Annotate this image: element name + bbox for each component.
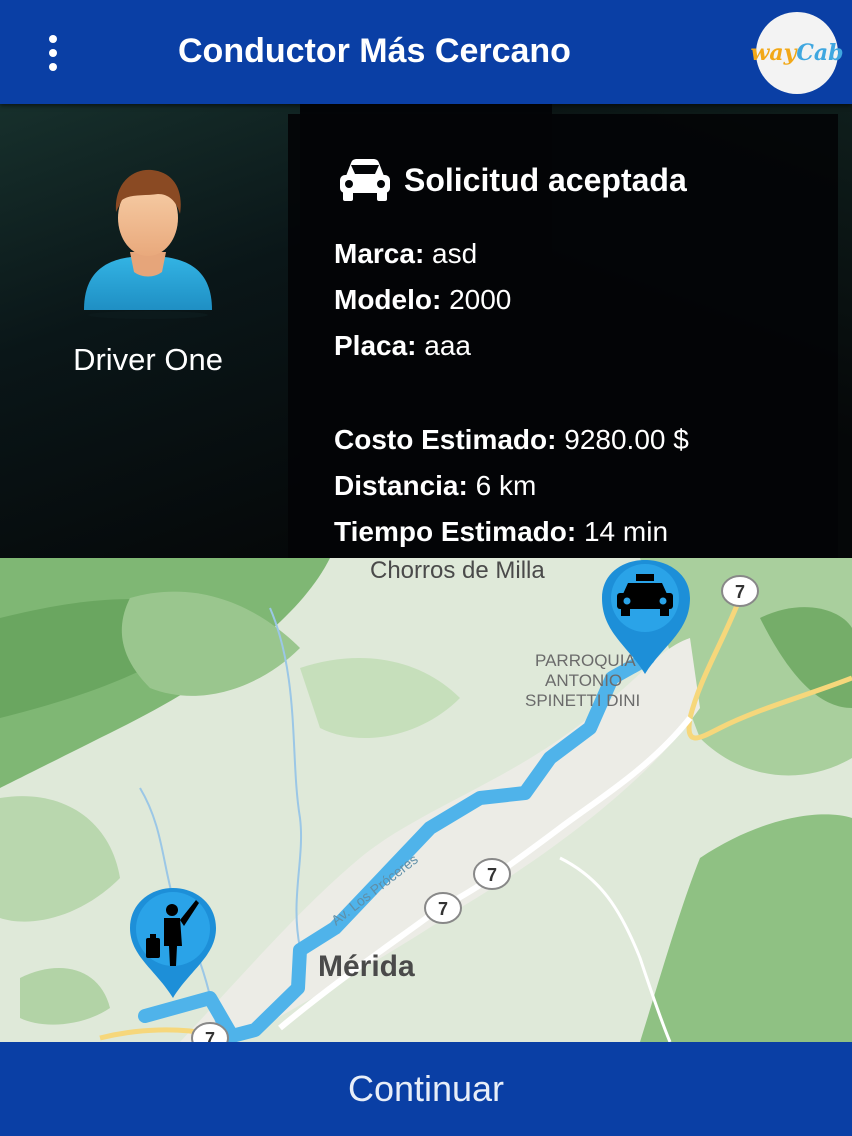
detail-row-plate: Placa: aaa: [334, 330, 471, 361]
detail-row-cost: Costo Estimado: 9280.00 $: [334, 424, 689, 455]
road-shield-1: 7: [721, 575, 759, 607]
svg-text:7: 7: [487, 865, 497, 885]
app-logo: wayCab: [750, 12, 844, 94]
person-avatar-icon: [84, 169, 212, 319]
page-title: Conductor Más Cercano: [178, 32, 571, 70]
map-label-parish-1: PARROQUIA: [535, 651, 636, 670]
map-label-place: Chorros de Milla: [370, 558, 545, 584]
app-bar: Conductor Más Cercano wayCab: [0, 0, 852, 104]
map-label-city: Mérida: [318, 950, 415, 983]
map-label-parish-3: SPINETTI DINI: [525, 691, 640, 710]
svg-text:7: 7: [205, 1029, 215, 1042]
detail-row-time: Tiempo Estimado: 14 min: [334, 516, 669, 547]
road-shield-3: 7: [424, 892, 462, 924]
map-label-parish-2: ANTONIO: [545, 671, 622, 690]
detail-row-distance: Distancia: 6 km: [334, 470, 537, 501]
request-status: Solicitud aceptada: [336, 156, 687, 204]
route-map[interactable]: 7 7 7 7 Chorros de Milla PARROQUIA ANTON…: [0, 558, 852, 1042]
more-vert-icon[interactable]: [36, 28, 70, 78]
driver-name: Driver One: [73, 342, 223, 377]
road-shield-2: 7: [473, 858, 511, 890]
driver-info-card: Driver One Solicitud aceptada Marca: asd…: [0, 104, 852, 558]
continue-button[interactable]: Continuar: [0, 1042, 852, 1136]
detail-row-brand: Marca: asd: [334, 238, 478, 269]
map-canvas[interactable]: 7 7 7 7 Chorros de Milla PARROQUIA ANTON…: [0, 558, 852, 1042]
detail-row-model: Modelo: 2000: [334, 284, 512, 315]
car-icon: [340, 159, 390, 201]
request-status-text: Solicitud aceptada: [404, 161, 687, 198]
svg-text:7: 7: [438, 899, 448, 919]
svg-text:7: 7: [735, 582, 745, 602]
